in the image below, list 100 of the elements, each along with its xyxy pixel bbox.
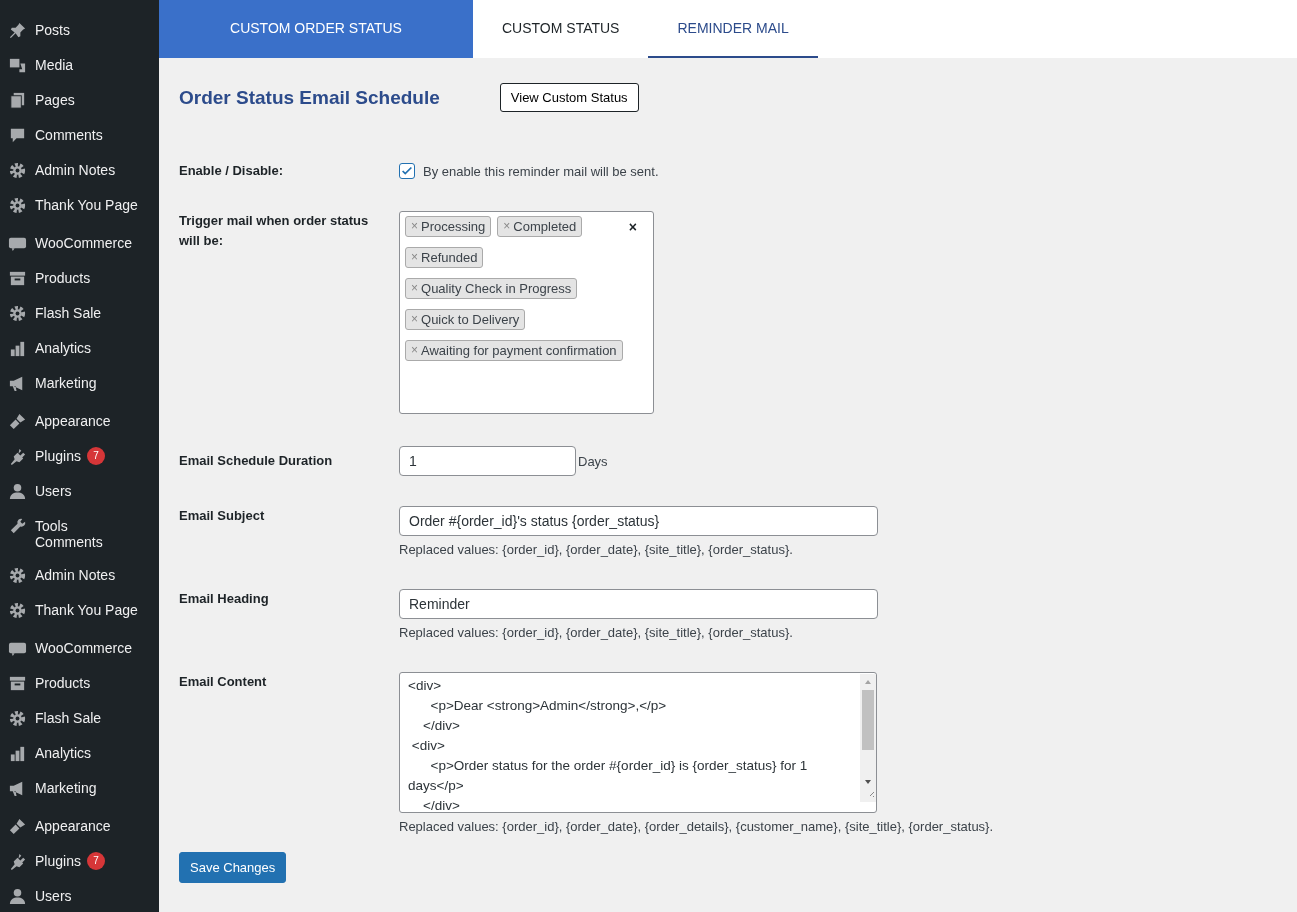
heading-input[interactable]: Reminder [399,589,878,619]
unit-label: Days [578,453,608,469]
sidebar-item[interactable]: Thank You Page [0,192,159,219]
menu-label: Plugins [35,853,81,869]
sidebar-item[interactable]: Admin Notes [0,562,159,589]
sidebar-item[interactable]: Media [0,52,159,79]
sidebar-item[interactable]: Products [0,670,159,697]
menu-label: Products [35,675,91,691]
clear-all-button[interactable]: × [628,219,637,235]
menu-label: Users [35,888,72,904]
sidebar-item[interactable]: Flash Sale [0,705,159,732]
sidebar-item[interactable]: Marketing [0,370,159,397]
tag-label: Quick to Delivery [421,311,520,328]
help-text: Replaced values: {order_id}, {order_date}, {site_title}, {order_status}. [399,542,794,557]
gear-icon [8,601,27,620]
sidebar-item[interactable]: Plugins 7 [0,848,159,875]
sidebar-item[interactable]: Appearance [0,813,159,840]
menu-label: Pages [35,92,75,108]
help-text: Replaced values: {order_id}, {order_date}, {site_title}, {order_status}. [399,625,794,640]
menu-label: Appearance [35,818,111,834]
tab[interactable]: CUSTOM ORDER STATUS [159,0,473,58]
subject-input[interactable]: Order #{order_id}'s status {order_status} [399,506,878,536]
sidebar-item[interactable]: Analytics [0,740,159,767]
menu-label: WooCommerce [35,640,132,656]
tag-label: Quality Check in Progress [421,280,572,297]
sidebar-item[interactable]: Pages [0,87,159,114]
sidebar-item[interactable]: Comments [0,122,159,149]
menu-label: Marketing [35,375,97,391]
field-label: Email Schedule Duration [179,452,334,470]
checkbox-label: By enable this reminder mail will be sent. [423,163,659,179]
menu-label: Flash Sale [35,305,102,321]
sidebar-item[interactable]: Users [0,478,159,505]
field-label: Trigger mail when order status will be: [179,212,370,250]
menu-label: Plugins [35,448,81,464]
menu-label: Thank You Page [35,197,138,213]
pages-icon [8,91,27,110]
field-label: Enable / Disable: [179,162,285,180]
user-icon [8,482,27,501]
tag-label: Refunded [421,249,478,266]
scrollbar[interactable] [860,674,876,802]
sidebar-item[interactable]: WooCommerce [0,230,159,257]
menu-label: Marketing [35,780,97,796]
sidebar-item[interactable]: Plugins 7 [0,443,159,470]
menu-label: Thank You Page [35,602,138,618]
save-changes-button[interactable]: Save Changes [179,852,287,883]
wrench-icon [8,517,27,536]
menu-label: Comments [35,534,103,550]
sidebar-item[interactable]: WooCommerce [0,635,159,662]
menu-label: Admin Notes [35,567,116,583]
gear-icon [8,304,27,323]
plug-icon [8,852,27,871]
sidebar-item[interactable]: Appearance [0,408,159,435]
menu-label: Tools [35,518,69,534]
gear-icon [8,566,27,585]
brush-icon [8,412,27,431]
menu-label: Analytics [35,745,92,761]
pin-icon [8,21,27,40]
menu-label: Posts [35,22,70,38]
sidebar-item[interactable]: Analytics [0,335,159,362]
menu-label: Comments [35,127,103,143]
update-count-badge: 7 [86,852,105,870]
menu-label: WooCommerce [35,235,132,251]
gear-icon [8,196,27,215]
sidebar-item[interactable]: Posts [0,17,159,44]
box-icon [8,674,27,693]
menu-label: Analytics [35,340,92,356]
sidebar-item[interactable]: Admin Notes [0,157,159,184]
enable-checkbox[interactable] [399,163,415,179]
field-label: Email Heading [179,590,270,608]
tag-label: Processing [421,218,486,235]
bars-icon [8,744,27,763]
sidebar-item[interactable]: Flash Sale [0,300,159,327]
sidebar-item[interactable]: Tools Comments [0,513,159,554]
sidebar-item[interactable]: Products [0,265,159,292]
menu-label: Flash Sale [35,710,102,726]
brush-icon [8,817,27,836]
status-multiselect[interactable]: × Processing × Completed × Refunded × Quality Check in Progress × Quick to Delivery × Awaiting for payment confirmation × [399,211,654,414]
content-textarea[interactable]: <div> <p>Dear <strong>Admin</strong>,</p> </div> <div> <p>Order status for the order #{order_id} is {order_status} for 1 days</p> </div> [399,672,877,813]
media-icon [8,56,27,75]
checkmark-icon [400,164,414,178]
menu-label: Appearance [35,413,111,429]
help-text: Replaced values: {order_id}, {order_date}, {order_details}, {customer_name}, {site_title}, {order_status}. [399,819,995,834]
page-title: Order Status Email Schedule [179,86,440,109]
box-icon [8,269,27,288]
user-icon [8,887,27,906]
field-label: Email Subject [179,507,266,525]
menu-label: Users [35,483,72,499]
tag-label: Completed [513,218,577,235]
gear-icon [8,709,27,728]
plug-icon [8,447,27,466]
field-label: Email Content [179,673,268,691]
sidebar-item[interactable]: Marketing [0,775,159,802]
sidebar-item[interactable]: Thank You Page [0,597,159,624]
bars-icon [8,339,27,358]
menu-label: Media [35,57,74,73]
view-custom-status-button[interactable]: View Custom Status [499,83,639,112]
menu-label: Admin Notes [35,162,116,178]
tag-label: Awaiting for payment confirmation [421,342,617,359]
duration-input[interactable]: 1 [399,446,576,476]
sidebar-item[interactable]: Users [0,883,159,910]
